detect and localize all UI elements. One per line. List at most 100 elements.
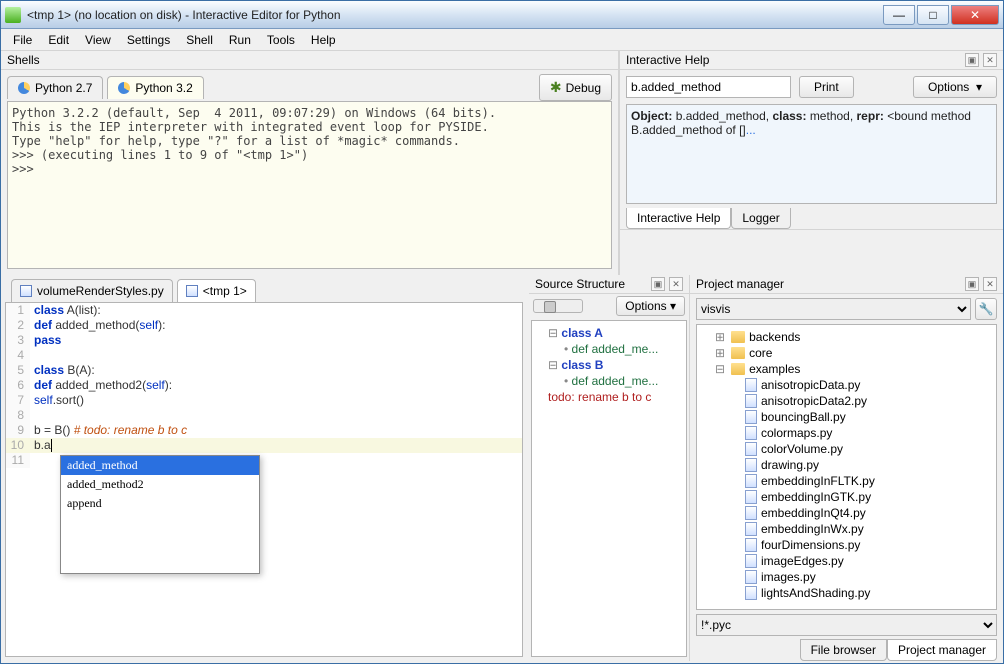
file-icon xyxy=(745,458,757,472)
pm-bottom-tab-1[interactable]: Project manager xyxy=(887,639,997,661)
file-icon xyxy=(745,586,757,600)
structure-slider[interactable] xyxy=(533,299,583,313)
file-icon xyxy=(745,538,757,552)
menu-run[interactable]: Run xyxy=(221,31,259,49)
editor-line[interactable]: 4 xyxy=(6,348,522,363)
shell-tab-0[interactable]: Python 2.7 xyxy=(7,76,103,99)
file-item[interactable]: bouncingBall.py xyxy=(701,409,992,425)
source-structure-tree[interactable]: class Adef added_me...class Bdef added_m… xyxy=(531,320,687,657)
file-icon xyxy=(745,442,757,456)
ihelp-body: Object: b.added_method, class: method, r… xyxy=(626,104,997,204)
file-item[interactable]: anisotropicData2.py xyxy=(701,393,992,409)
close-panel-icon[interactable]: ✕ xyxy=(983,53,997,67)
window-title: <tmp 1> (no location on disk) - Interact… xyxy=(27,8,881,22)
close-panel-icon[interactable]: ✕ xyxy=(983,277,997,291)
project-select[interactable]: visvis xyxy=(696,298,971,320)
file-item[interactable]: embeddingInGTK.py xyxy=(701,489,992,505)
editor-line[interactable]: 2 def added_method(self): xyxy=(6,318,522,333)
code-editor[interactable]: 1class A(list):2 def added_method(self):… xyxy=(5,302,523,657)
ihelp-label: Interactive Help xyxy=(626,53,709,67)
debug-button[interactable]: ✱ Debug xyxy=(539,74,612,101)
editor-line[interactable]: 10b.a xyxy=(6,438,522,453)
wrench-icon[interactable]: 🔧 xyxy=(975,298,997,320)
minimize-button[interactable]: — xyxy=(883,5,915,25)
structure-options-button[interactable]: Options ▾ xyxy=(616,296,685,316)
menu-edit[interactable]: Edit xyxy=(40,31,77,49)
project-manager-label: Project manager xyxy=(696,277,784,291)
editor-line[interactable]: 3 pass xyxy=(6,333,522,348)
ihelp-tab-1[interactable]: Logger xyxy=(731,208,790,229)
menu-view[interactable]: View xyxy=(77,31,119,49)
editor-tab-1[interactable]: <tmp 1> xyxy=(177,279,256,302)
python-icon xyxy=(118,82,130,94)
file-icon xyxy=(745,394,757,408)
autocomplete-item[interactable]: added_method2 xyxy=(61,475,259,494)
ihelp-header: Interactive Help ▣ ✕ xyxy=(620,51,1003,70)
structure-def[interactable]: def added_me... xyxy=(536,341,682,357)
print-button[interactable]: Print xyxy=(799,76,854,98)
editor-tab-0[interactable]: volumeRenderStyles.py xyxy=(11,279,173,302)
file-item[interactable]: colorVolume.py xyxy=(701,441,992,457)
file-icon xyxy=(745,522,757,536)
maximize-button[interactable]: □ xyxy=(917,5,949,25)
ihelp-tab-0[interactable]: Interactive Help xyxy=(626,208,731,229)
undock-icon[interactable]: ▣ xyxy=(965,277,979,291)
shell-tab-1[interactable]: Python 3.2 xyxy=(107,76,203,99)
editor-line[interactable]: 8 xyxy=(6,408,522,423)
file-icon xyxy=(745,570,757,584)
folder-icon xyxy=(731,347,745,359)
autocomplete-popup[interactable]: added_methodadded_method2append xyxy=(60,455,260,574)
menu-file[interactable]: File xyxy=(5,31,40,49)
folder-icon xyxy=(731,331,745,343)
editor-line[interactable]: 6 def added_method2(self): xyxy=(6,378,522,393)
file-item[interactable]: images.py xyxy=(701,569,992,585)
menubar: FileEditViewSettingsShellRunToolsHelp xyxy=(1,29,1003,51)
autocomplete-item[interactable]: added_method xyxy=(61,456,259,475)
shells-label: Shells xyxy=(7,53,40,67)
editor-line[interactable]: 5class B(A): xyxy=(6,363,522,378)
structure-cls[interactable]: class B xyxy=(536,357,682,373)
menu-tools[interactable]: Tools xyxy=(259,31,303,49)
structure-def[interactable]: def added_me... xyxy=(536,373,682,389)
editor-line[interactable]: 7 self.sort() xyxy=(6,393,522,408)
file-item[interactable]: lightsAndShading.py xyxy=(701,585,992,601)
ihelp-options-button[interactable]: Options ▾ xyxy=(913,76,997,98)
undock-icon[interactable]: ▣ xyxy=(965,53,979,67)
titlebar: <tmp 1> (no location on disk) - Interact… xyxy=(1,1,1003,29)
shell-console[interactable]: Python 3.2.2 (default, Sep 4 2011, 09:07… xyxy=(7,101,612,269)
editor-line[interactable]: 9b = B() # todo: rename b to c xyxy=(6,423,522,438)
file-icon xyxy=(745,378,757,392)
menu-shell[interactable]: Shell xyxy=(178,31,221,49)
file-icon xyxy=(186,285,198,297)
file-item[interactable]: anisotropicData.py xyxy=(701,377,992,393)
close-panel-icon[interactable]: ✕ xyxy=(669,277,683,291)
file-item[interactable]: embeddingInQt4.py xyxy=(701,505,992,521)
autocomplete-item[interactable]: append xyxy=(61,494,259,513)
file-icon xyxy=(745,426,757,440)
undock-icon[interactable]: ▣ xyxy=(651,277,665,291)
editor-line[interactable]: 1class A(list): xyxy=(6,303,522,318)
menu-help[interactable]: Help xyxy=(303,31,344,49)
file-item[interactable]: imageEdges.py xyxy=(701,553,992,569)
folder-core[interactable]: core xyxy=(701,345,992,361)
ihelp-search-input[interactable] xyxy=(626,76,791,98)
source-structure-header: Source Structure ▣✕ xyxy=(529,275,689,294)
file-item[interactable]: colormaps.py xyxy=(701,425,992,441)
project-tree[interactable]: backendscoreexamplesanisotropicData.pyan… xyxy=(696,324,997,610)
python-icon xyxy=(18,82,30,94)
menu-settings[interactable]: Settings xyxy=(119,31,178,49)
structure-cls[interactable]: class A xyxy=(536,325,682,341)
close-button[interactable]: ✕ xyxy=(951,5,999,25)
file-item[interactable]: embeddingInWx.py xyxy=(701,521,992,537)
filter-select[interactable]: !*.pyc xyxy=(696,614,997,636)
folder-examples[interactable]: examples xyxy=(701,361,992,377)
folder-backends[interactable]: backends xyxy=(701,329,992,345)
file-item[interactable]: embeddingInFLTK.py xyxy=(701,473,992,489)
project-manager-header: Project manager ▣ ✕ xyxy=(690,275,1003,294)
structure-todo[interactable]: todo: rename b to c xyxy=(536,389,682,405)
pm-bottom-tab-0[interactable]: File browser xyxy=(800,639,887,661)
file-item[interactable]: drawing.py xyxy=(701,457,992,473)
file-icon xyxy=(745,554,757,568)
file-icon xyxy=(745,410,757,424)
file-item[interactable]: fourDimensions.py xyxy=(701,537,992,553)
